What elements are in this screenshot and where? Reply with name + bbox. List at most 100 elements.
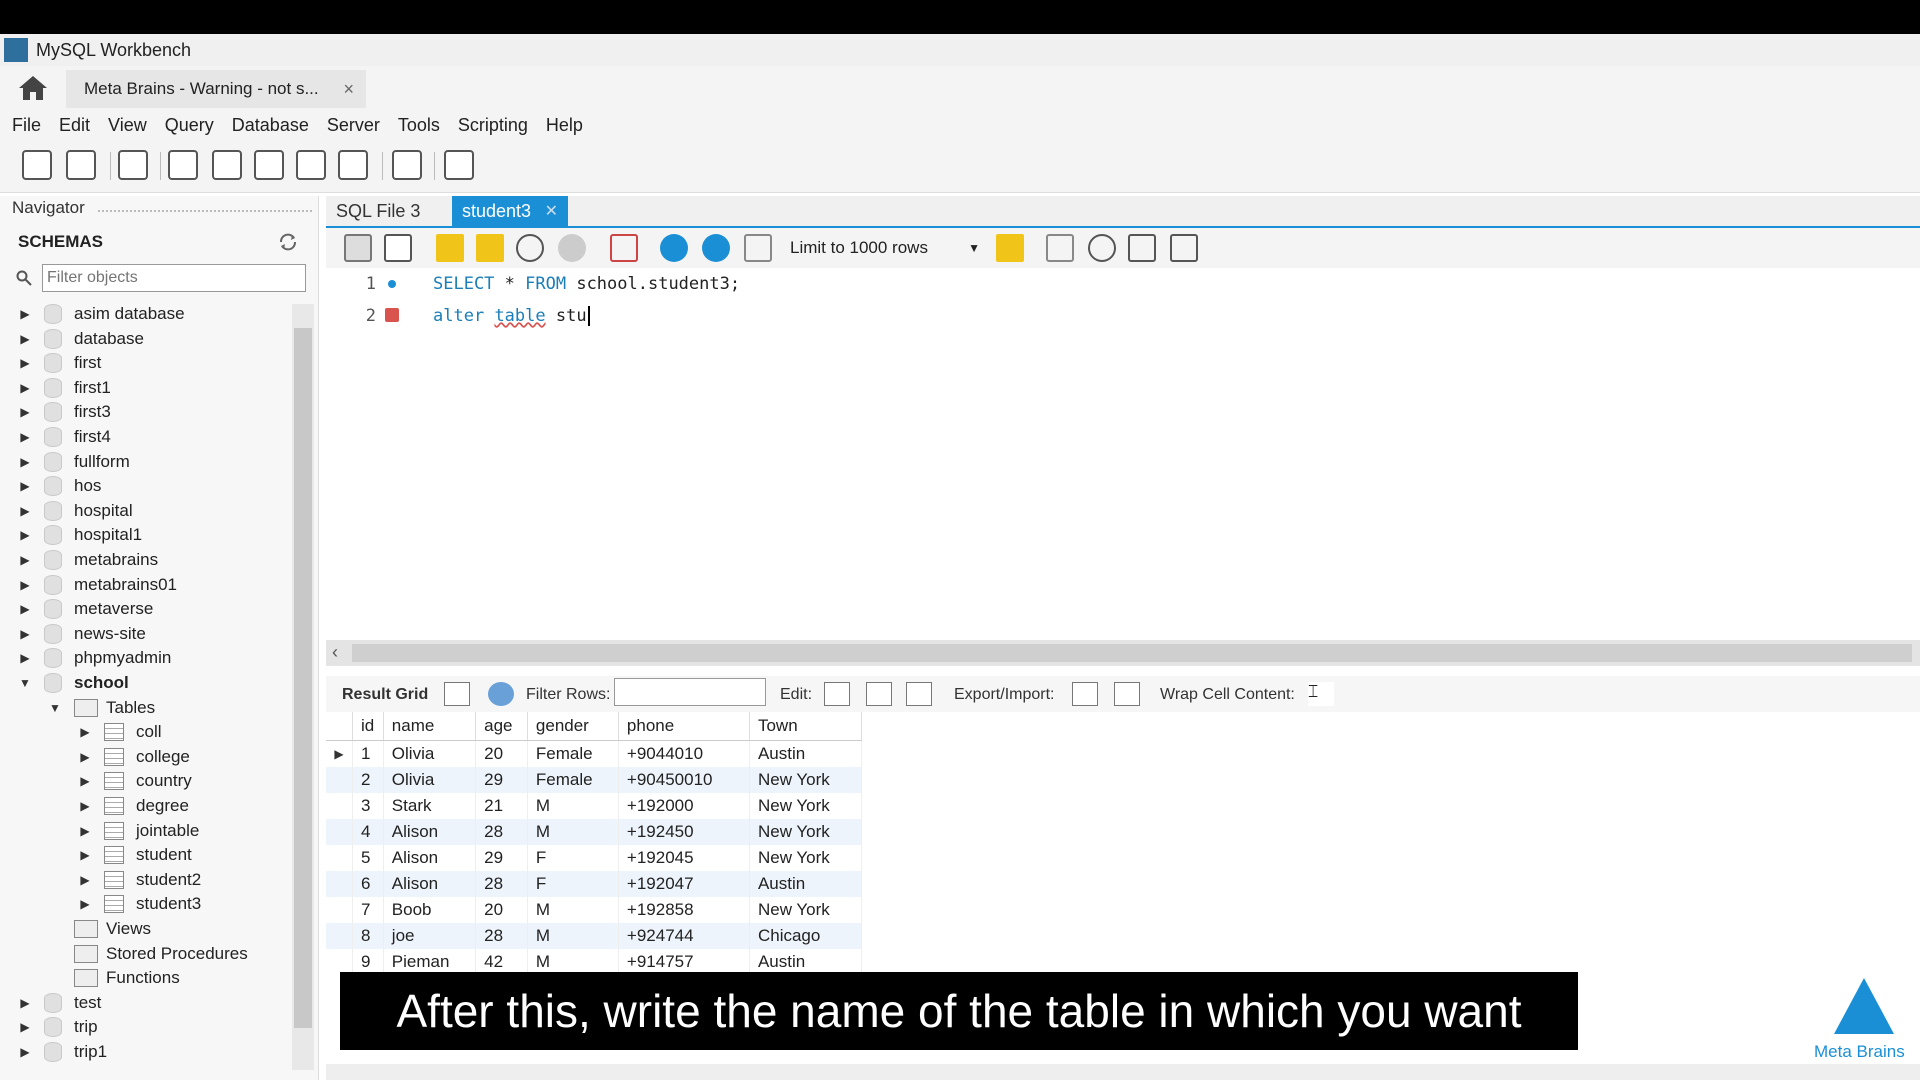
schema-item[interactable]: ▶ fullform: [18, 450, 130, 474]
table-cell[interactable]: 1: [352, 740, 384, 767]
table-row[interactable]: 8 joe 28 M +924744 Chicago: [326, 923, 863, 949]
chevron-right-icon[interactable]: ▶: [78, 774, 92, 788]
create-view-icon[interactable]: [254, 150, 284, 180]
schema-item[interactable]: ▶ first4: [18, 425, 111, 449]
table-row[interactable]: 3 Stark 21 M +192000 New York: [326, 793, 863, 819]
create-function-icon[interactable]: [338, 150, 368, 180]
open-sql-script-icon[interactable]: [66, 150, 96, 180]
chevron-right-icon[interactable]: ▶: [18, 602, 32, 616]
table-cell[interactable]: Female: [527, 740, 619, 767]
schema-item[interactable]: ▶ database: [18, 327, 144, 351]
table-cell[interactable]: New York: [749, 845, 863, 871]
schema-item[interactable]: ▶ metaverse: [18, 597, 153, 621]
table-cell[interactable]: M: [527, 923, 619, 949]
schema-item[interactable]: ▶ test: [18, 991, 101, 1015]
table-cell[interactable]: +192858: [618, 897, 750, 923]
refresh-icon[interactable]: [488, 682, 514, 706]
row-header[interactable]: [326, 819, 353, 845]
menu-help[interactable]: Help: [538, 115, 593, 136]
create-schema-icon[interactable]: [168, 150, 198, 180]
table-cell[interactable]: 29: [475, 767, 528, 793]
row-header[interactable]: [326, 871, 353, 897]
table-cell[interactable]: 21: [475, 793, 528, 819]
wrap-cell-icon[interactable]: ⌶: [1308, 682, 1334, 706]
chevron-right-icon[interactable]: ▶: [18, 332, 32, 346]
table-cell[interactable]: M: [527, 819, 619, 845]
schema-item-school[interactable]: ▼ school: [18, 671, 129, 695]
chevron-right-icon[interactable]: ▶: [18, 307, 32, 321]
row-header[interactable]: [326, 897, 353, 923]
editor-horizontal-scrollbar[interactable]: ‹: [326, 640, 1920, 666]
schema-filter-input[interactable]: [42, 264, 306, 292]
save-icon[interactable]: [384, 234, 412, 262]
column-header[interactable]: gender: [527, 712, 619, 741]
table-cell[interactable]: Austin: [749, 871, 863, 897]
delete-row-icon[interactable]: [906, 682, 932, 706]
row-header[interactable]: [326, 923, 353, 949]
schema-item[interactable]: ▶ trip1: [18, 1040, 107, 1064]
chevron-left-icon[interactable]: ‹: [332, 642, 338, 663]
scrollbar-thumb[interactable]: [352, 644, 1912, 662]
table-cell[interactable]: 28: [475, 871, 528, 897]
stop-icon[interactable]: [558, 234, 586, 262]
autocommit-icon[interactable]: [744, 234, 772, 262]
chevron-right-icon[interactable]: ▶: [78, 897, 92, 911]
tables-folder[interactable]: ▼ Tables: [48, 696, 155, 720]
table-row[interactable]: 6 Alison 28 F +192047 Austin: [326, 871, 863, 897]
explain-icon[interactable]: [516, 234, 544, 262]
column-header[interactable]: name: [383, 712, 477, 741]
table-cell[interactable]: Alison: [383, 845, 477, 871]
toggle-error-icon[interactable]: [610, 234, 638, 262]
open-file-icon[interactable]: [344, 234, 372, 262]
table-cell[interactable]: +9044010: [618, 740, 750, 767]
menu-server[interactable]: Server: [319, 115, 390, 136]
table-cell[interactable]: 29: [475, 845, 528, 871]
execute-statement-icon[interactable]: [476, 234, 504, 262]
table-cell[interactable]: 20: [475, 740, 528, 767]
table-item[interactable]: ▶ coll: [78, 720, 162, 744]
edit-row-icon[interactable]: [824, 682, 850, 706]
table-cell[interactable]: M: [527, 793, 619, 819]
chevron-right-icon[interactable]: ▶: [18, 504, 32, 518]
chevron-right-icon[interactable]: ▶: [18, 553, 32, 567]
limit-rows-select[interactable]: Limit to 1000 rows ▼: [790, 234, 980, 262]
chevron-right-icon[interactable]: ▶: [18, 996, 32, 1010]
table-cell[interactable]: +192047: [618, 871, 750, 897]
table-row[interactable]: 2 Olivia 29 Female +90450010 New York: [326, 767, 863, 793]
navigator-scrollbar[interactable]: [292, 304, 314, 1070]
schema-item[interactable]: ▶ news-site: [18, 622, 146, 646]
table-row[interactable]: 4 Alison 28 M +192450 New York: [326, 819, 863, 845]
export-icon[interactable]: [1072, 682, 1098, 706]
row-header[interactable]: [326, 845, 353, 871]
close-icon[interactable]: ✕: [545, 201, 558, 221]
table-cell[interactable]: New York: [749, 767, 863, 793]
code-line-2[interactable]: alter table stu: [433, 306, 590, 326]
menu-edit[interactable]: Edit: [51, 115, 100, 136]
table-cell[interactable]: 7: [352, 897, 384, 923]
chevron-right-icon[interactable]: ▶: [78, 873, 92, 887]
table-cell[interactable]: joe: [383, 923, 477, 949]
tab-student3[interactable]: student3 ✕: [452, 196, 568, 226]
schema-item[interactable]: ▶ metabrains: [18, 548, 158, 572]
schema-item[interactable]: ▶ hos: [18, 474, 101, 498]
column-header[interactable]: id: [352, 712, 384, 741]
scrollbar-thumb[interactable]: [294, 328, 312, 1028]
invisible-chars-icon[interactable]: [1128, 234, 1156, 262]
menu-file[interactable]: File: [4, 115, 51, 136]
chevron-right-icon[interactable]: ▶: [18, 479, 32, 493]
insert-row-icon[interactable]: [866, 682, 892, 706]
create-procedure-icon[interactable]: [296, 150, 326, 180]
table-row[interactable]: ▶ 1 Olivia 20 Female +9044010 Austin: [326, 740, 863, 767]
table-cell[interactable]: Olivia: [383, 740, 477, 767]
table-cell[interactable]: 5: [352, 845, 384, 871]
menu-database[interactable]: Database: [224, 115, 319, 136]
result-grid[interactable]: id name age gender phone Town ▶ 1 Olivia 20 Femal…: [326, 712, 863, 975]
chevron-right-icon[interactable]: ▶: [18, 1020, 32, 1034]
table-cell[interactable]: Female: [527, 767, 619, 793]
close-icon[interactable]: ×: [343, 79, 354, 100]
table-cell[interactable]: +90450010: [618, 767, 750, 793]
table-cell[interactable]: New York: [749, 793, 863, 819]
chevron-right-icon[interactable]: ▶: [18, 455, 32, 469]
table-item[interactable]: ▶ student3: [78, 892, 201, 916]
table-cell[interactable]: Stark: [383, 793, 477, 819]
